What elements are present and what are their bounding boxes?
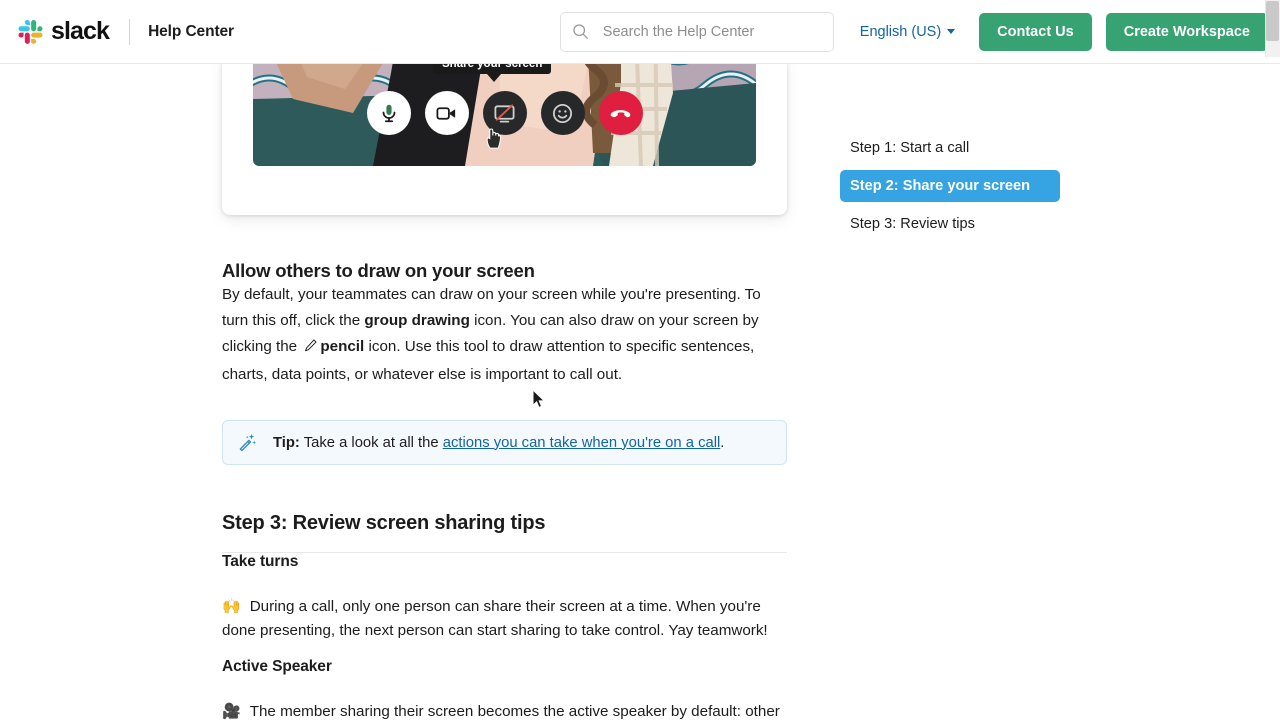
end-call-button[interactable] xyxy=(598,91,643,135)
video-camera-icon xyxy=(436,106,456,120)
toc-item-step-2[interactable]: Step 2: Share your screen xyxy=(840,170,1060,202)
page-scrollbar-track[interactable] xyxy=(1265,0,1280,57)
header-actions: English (US) Contact Us Create Workspace xyxy=(559,11,1268,52)
microphone-icon xyxy=(382,104,395,123)
create-workspace-button[interactable]: Create Workspace xyxy=(1105,12,1268,51)
tooltip-arrow xyxy=(487,74,501,82)
contact-us-button[interactable]: Contact Us xyxy=(979,12,1092,51)
language-selector[interactable]: English (US) xyxy=(850,16,965,48)
pointing-hand-cursor xyxy=(485,127,502,154)
article-column: Share your screen Allow others to draw o… xyxy=(222,64,787,720)
take-turns-heading: Take turns xyxy=(222,553,299,570)
slack-logo-icon xyxy=(18,19,43,44)
toc-item-step-3[interactable]: Step 3: Review tips xyxy=(840,208,1060,240)
draw-paragraph: By default, your teammates can draw on y… xyxy=(222,282,780,388)
step3-heading: Step 3: Review screen sharing tips xyxy=(222,512,546,534)
active-speaker-heading: Active Speaker xyxy=(222,658,332,676)
pencil-term: pencil xyxy=(320,338,365,355)
take-turns-text: During a call, only one person can share… xyxy=(222,598,768,639)
tip-text-after: . xyxy=(720,434,725,451)
phone-hangup-icon xyxy=(610,109,631,117)
video-camera-button[interactable] xyxy=(424,91,469,135)
microphone-button[interactable] xyxy=(366,91,411,135)
group-drawing-term: group drawing xyxy=(364,312,470,329)
draw-paragraph-part3: icon. Use this tool to draw attention to… xyxy=(222,338,755,383)
brand-wordmark: slack xyxy=(51,17,110,45)
tip-link[interactable]: actions you can take when you're on a ca… xyxy=(443,435,721,451)
tip-text: Tip: Take a look at all the actions you … xyxy=(273,433,724,453)
toc-item-step-1[interactable]: Step 1: Start a call xyxy=(840,132,1060,164)
tip-text-before: Take a look at all the xyxy=(299,434,443,451)
call-controls-bar xyxy=(222,91,787,135)
step3-section: Step 3: Review screen sharing tips Take … xyxy=(222,512,787,720)
site-title[interactable]: Help Center xyxy=(148,23,234,41)
pencil-icon xyxy=(303,336,318,362)
screen-share-off-icon xyxy=(494,103,515,123)
page-body: Share your screen Allow others to draw o… xyxy=(0,64,1280,720)
active-speaker-paragraph: 🎥 The member sharing their screen becomes… xyxy=(222,700,782,720)
magic-wand-icon xyxy=(237,432,267,453)
site-header: slack Help Center English (US) Contact U… xyxy=(0,0,1280,64)
search-icon xyxy=(561,23,601,40)
page-scrollbar-thumb[interactable] xyxy=(1266,1,1279,41)
take-turns-paragraph: 🙌 During a call, only one person can shar… xyxy=(222,595,782,643)
share-screen-tooltip: Share your screen xyxy=(433,64,552,74)
screenshot-card: Share your screen xyxy=(222,64,787,215)
chevron-down-icon xyxy=(947,29,956,34)
raising-hands-emoji: 🙌 xyxy=(222,598,241,615)
search-box[interactable] xyxy=(559,11,834,52)
table-of-contents: Step 1: Start a call Step 2: Share your … xyxy=(840,132,1060,246)
tip-label: Tip: xyxy=(273,434,300,451)
smiley-face-icon xyxy=(552,103,573,123)
search-input[interactable] xyxy=(602,23,818,40)
draw-section-heading: Allow others to draw on your screen xyxy=(222,260,535,281)
brand-lockup[interactable]: slack xyxy=(18,0,110,64)
active-speaker-text: The member sharing their screen becomes … xyxy=(249,703,780,720)
tip-callout: Tip: Take a look at all the actions you … xyxy=(222,420,787,465)
movie-camera-emoji: 🎥 xyxy=(222,703,241,720)
emoji-reaction-button[interactable] xyxy=(540,91,585,135)
language-label: English (US) xyxy=(859,23,942,40)
header-divider xyxy=(129,18,131,45)
